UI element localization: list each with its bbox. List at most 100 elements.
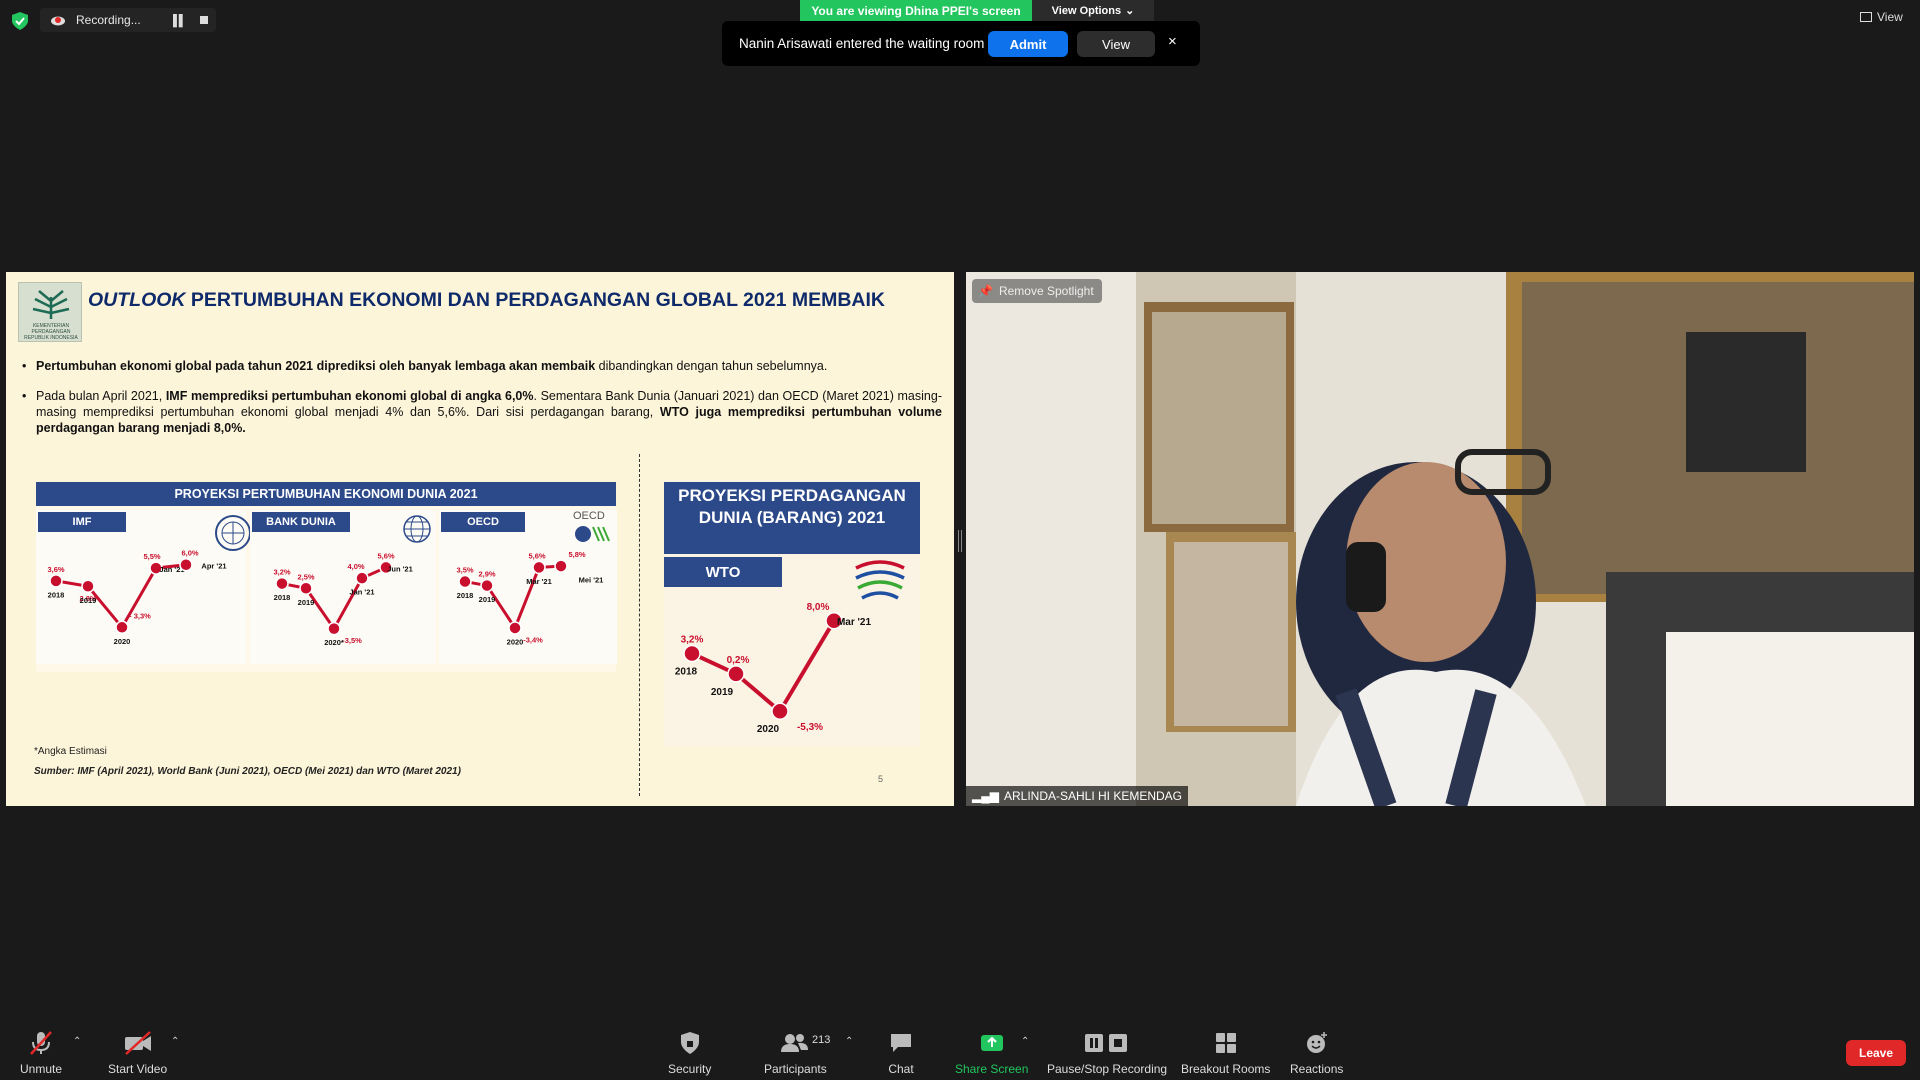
data-label: 2,5% [297,572,314,581]
page-number: 5 [878,774,884,784]
pause-stop-icon [1085,1034,1128,1052]
data-label: 3,2% [273,568,290,577]
participants-label: Participants [764,1062,827,1076]
share-options-chevron-icon[interactable]: ⌃ [1021,1036,1029,1047]
data-label: 3,5% [456,566,473,575]
x-tick-label: 2019 [298,598,315,607]
start-video-button[interactable]: Start Video [108,1030,167,1076]
source-note: Sumber: IMF (April 2021), World Bank (Ju… [34,766,461,777]
admit-button[interactable]: Admit [988,31,1068,57]
participant-video-frame [966,272,1914,806]
x-tick-label: Jun '21 [387,564,413,573]
close-icon[interactable]: × [1168,33,1177,50]
reactions-button[interactable]: Reactions [1290,1030,1343,1076]
unmute-label: Unmute [20,1062,63,1076]
data-point [355,571,369,585]
data-point [480,578,494,593]
data-label: 6,0% [181,549,198,558]
data-point [771,702,789,720]
reactions-label: Reactions [1290,1062,1344,1076]
share-screen-icon [980,1035,1003,1051]
data-label: -5,3% [797,722,823,733]
chat-bubble-icon [891,1034,911,1052]
share-screen-label: Share Screen [955,1062,1029,1076]
pin-icon: 📌 [978,284,993,298]
camera-off-icon [124,1031,151,1055]
security-shield-icon [680,1032,699,1054]
recording-indicator: Recording... ▌▌ [40,8,216,32]
imf-line-chart: 3,6%2018 2,8%2019- 3,3%20205,5%Jan '216,0… [47,549,226,646]
participant-name-tag: ▂▄▆ ARLINDA-SAHLI HI KEMENDAG [966,786,1189,806]
bullet-mark: • [22,359,27,373]
recording-label: Recording... [76,13,141,27]
estimate-note: *Angka Estimasi [34,746,107,757]
x-tick-label: 2020 [114,637,131,646]
x-tick-label: 2020* [324,638,344,647]
oecd-logo: OECD [573,510,605,522]
breakout-rooms-button[interactable]: Breakout Rooms [1181,1030,1270,1076]
bullet-1-rest: dibandingkan dengan tahun sebelumnya. [595,359,828,373]
spotlight-video: 📌 Remove Spotlight ▂▄▆ ARLINDA-SAHLI HI KE… [966,272,1914,806]
x-tick-label: 2020 [757,724,780,735]
data-label: -3,4% [523,635,543,644]
data-point [275,576,289,591]
participants-icon [781,1034,809,1052]
title-italic: OUTLOOK [88,289,186,311]
view-options-label: View Options [1051,4,1122,17]
x-tick-label: Mar '21 [526,577,552,586]
security-button[interactable]: Security [668,1030,711,1076]
chat-button[interactable]: Chat [888,1030,914,1076]
imf-chart-panel: IMF 3,6% 2018 2,8% 2019- 3,3% 2020 5,5% Jan '2… [36,510,251,664]
pause-stop-recording-button[interactable]: Pause/Stop Recording [1047,1030,1167,1076]
oecd-chart-panel: OECD OECD 3,5% 2018 2,9% 2019 -3,4% 2020 5,6% M… [439,510,617,664]
bank-dunia-chart-panel: BANK DUNIA 3,2% 2018 2,5% 2019 -3,5% 2020* 4,0… [250,510,436,664]
bullet-mark: • [22,389,27,403]
audio-options-chevron-icon[interactable]: ⌃ [73,1036,81,1047]
x-tick-label: Apr '21 [201,562,226,571]
title-rest: PERTUMBUHAN EKONOMI DAN PERDAGANGAN GLOB… [185,289,886,311]
stop-recording-icon[interactable] [200,16,208,24]
view-waiting-room-button[interactable]: View [1077,31,1155,57]
pause-stop-label: Pause/Stop Recording [1047,1062,1168,1076]
chevron-down-icon: ⌄ [1125,5,1135,17]
x-tick-label: Mei '21 [579,576,604,585]
x-tick-label: Jan '21 [349,588,374,597]
x-tick-label: 2019 [80,596,97,605]
split-view-handle[interactable] [958,530,962,552]
x-tick-label: 2019 [711,687,734,698]
bullet-1: • Pertumbuhan ekonomi global pada tahun 2… [22,358,942,374]
data-point [327,621,341,636]
data-label: - 3,3% [129,611,151,620]
data-point [683,644,701,663]
breakout-rooms-label: Breakout Rooms [1181,1062,1271,1076]
waiting-room-notification: Nanin Arisawati entered the waiting room… [722,21,1200,66]
view-options-button[interactable]: View Options ⌄ [1032,0,1154,21]
series-line [55,563,187,630]
data-label: 5,6% [528,551,545,560]
wto-header: PROYEKSI PERDAGANGAN DUNIA (BARANG) 2021 [664,482,920,554]
data-point [458,574,472,589]
data-label: 5,5% [143,552,160,561]
imf-tab: IMF [38,512,126,532]
view-layout-button[interactable]: View [1860,10,1903,24]
pause-recording-icon[interactable]: ▌▌ [173,15,187,27]
unmute-button[interactable]: Unmute [20,1030,62,1076]
waiting-room-message: Nanin Arisawati entered the waiting room [739,36,985,51]
bank-dunia-tab: BANK DUNIA [252,512,350,532]
bullet-2-a: Pada bulan April 2021, [36,389,166,403]
video-options-chevron-icon[interactable]: ⌃ [171,1036,179,1047]
data-point [179,557,193,572]
remove-spotlight-button[interactable]: 📌 Remove Spotlight [972,279,1102,303]
participant-count: 213 [812,1034,831,1046]
data-point [508,621,522,635]
share-screen-button[interactable]: Share Screen [955,1030,1028,1076]
data-point [532,560,546,575]
data-point [299,581,313,596]
encryption-shield-icon[interactable] [12,12,28,30]
logo-text: KEMENTERIAN PERDAGANGAN REPUBLIK INDONES… [24,323,78,341]
wto-line-chart: 3,2% 2018 0,2% 2019 -5,3% 2020 8,0% Mar '21 [675,602,872,735]
leave-button[interactable]: Leave [1846,1040,1906,1066]
x-tick-label: Mar '21 [837,617,872,628]
viewing-screen-banner: You are viewing Dhina PPEI's screen [800,0,1032,21]
participants-chevron-icon[interactable]: ⌃ [845,1036,853,1047]
